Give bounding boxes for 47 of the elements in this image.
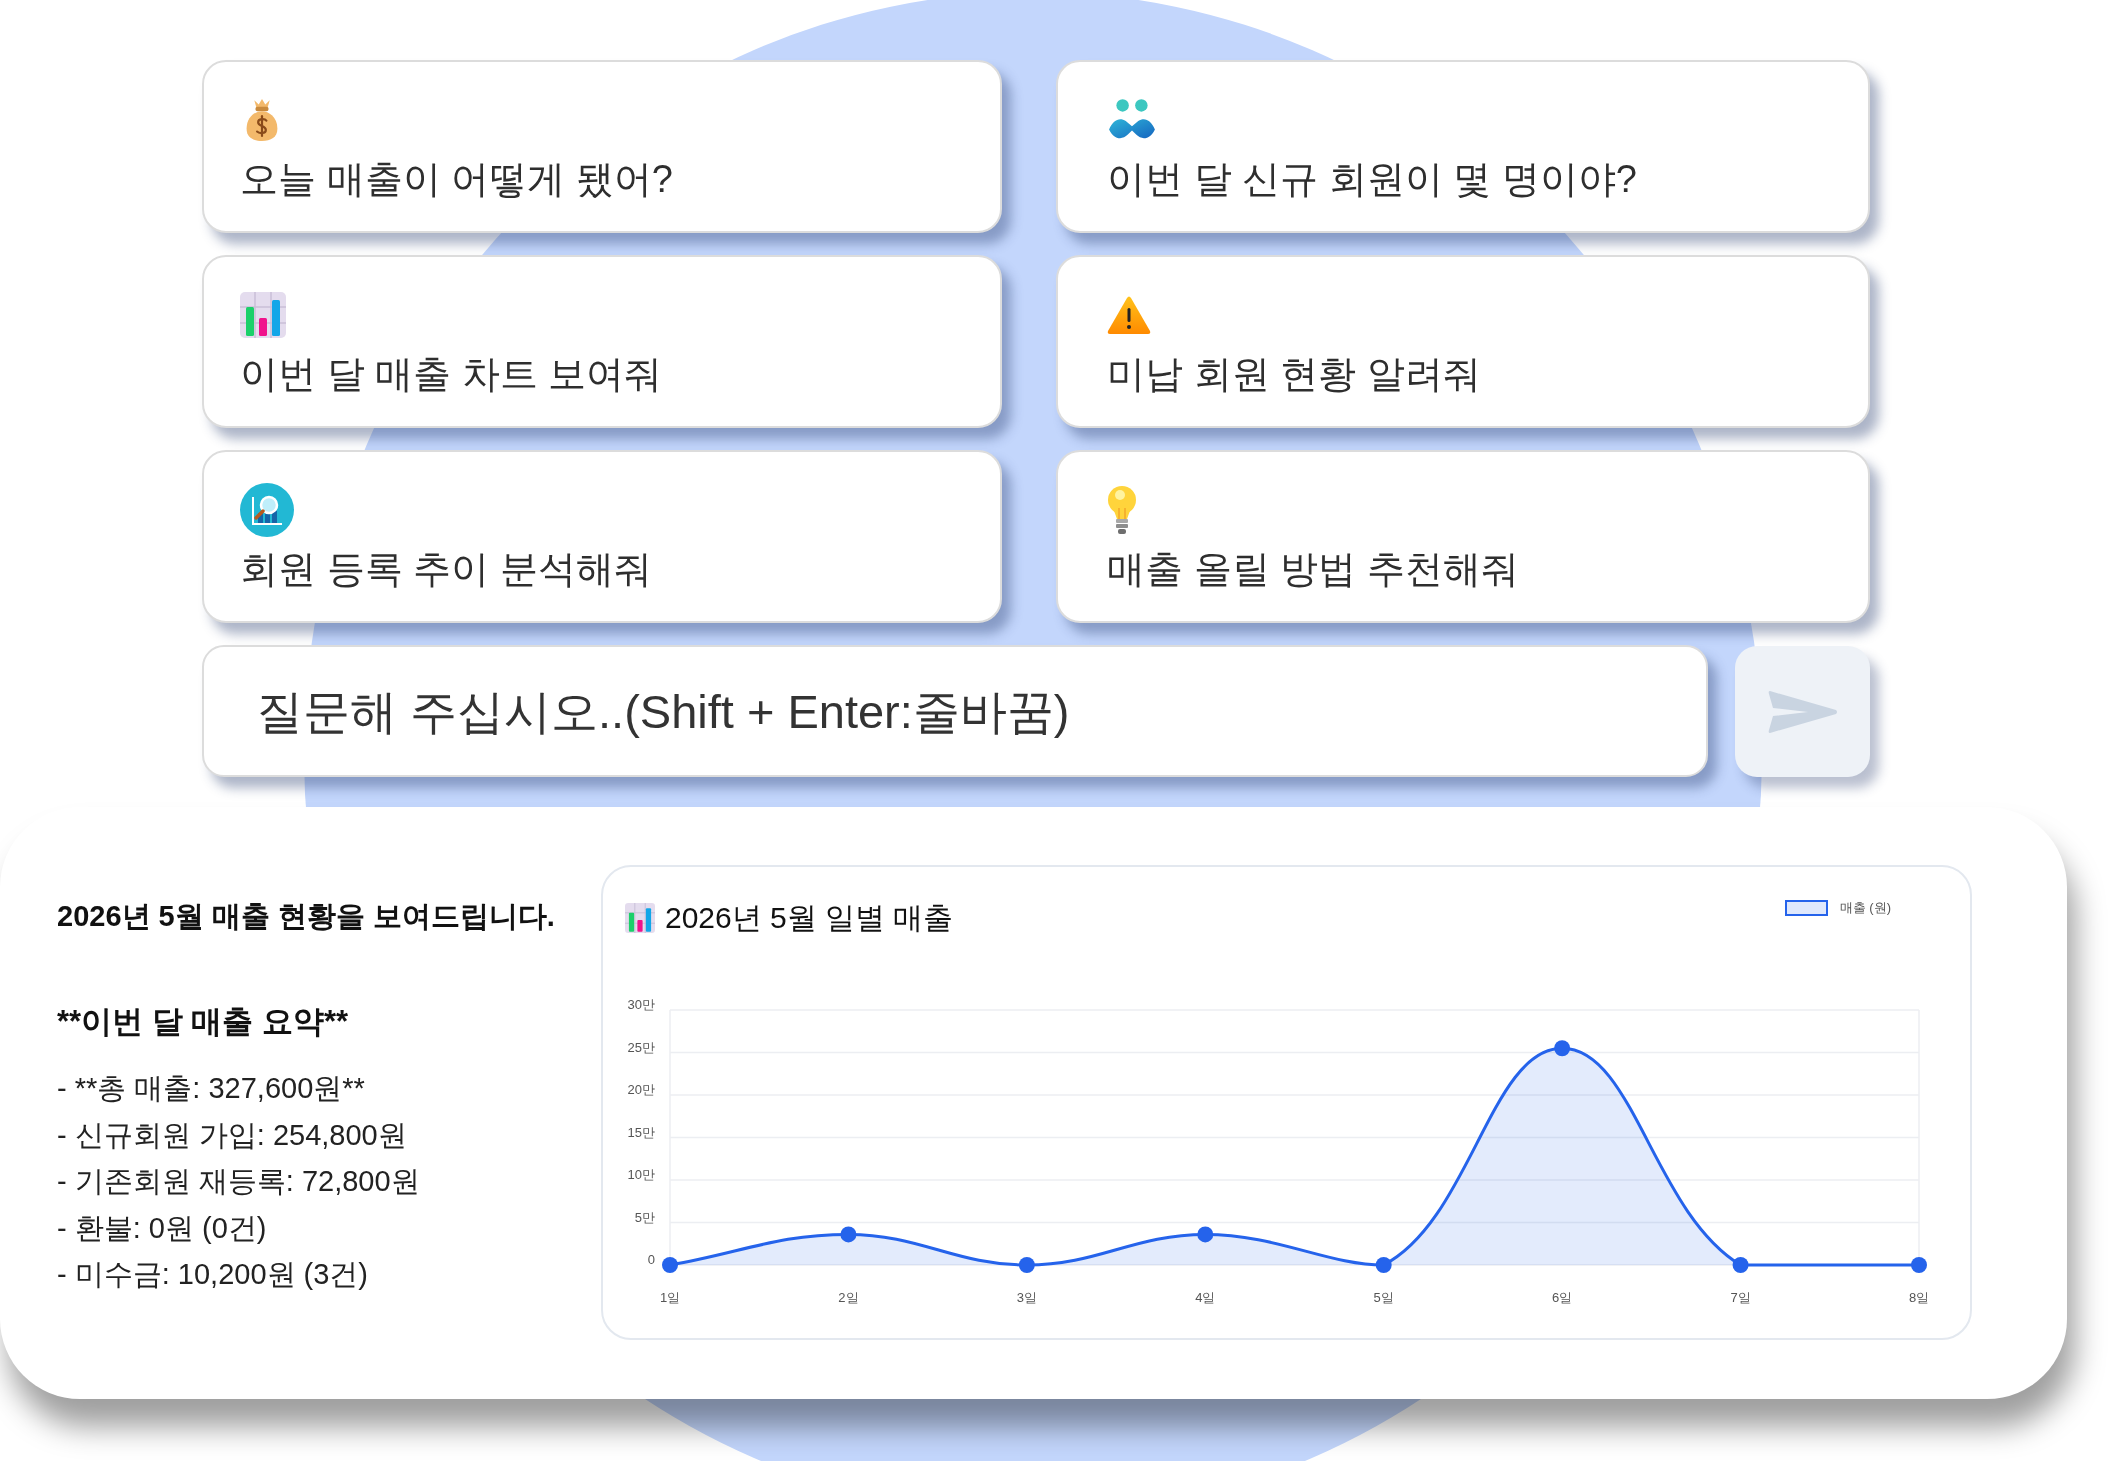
suggestion-card[interactable]: 오늘 매출이 어떻게 됐어? (202, 60, 1002, 233)
x-axis-label: 4일 (1195, 1290, 1216, 1305)
question-input[interactable]: 질문해 주십시오..(Shift + Enter:줄바꿈) (202, 645, 1708, 777)
data-point (840, 1226, 857, 1243)
light-bulb-icon (1107, 486, 1137, 534)
data-point (1018, 1257, 1035, 1273)
x-axis-label: 2일 (838, 1290, 859, 1305)
y-axis-label: 15만 (627, 1124, 655, 1140)
response-title: 2026년 5월 매출 현황을 보여드립니다. (57, 899, 556, 934)
summary-heading: **이번 달 매출 요약** (57, 1003, 350, 1041)
bar-chart-icon (240, 292, 286, 338)
x-axis-label: 5일 (1373, 1290, 1394, 1305)
data-point (1375, 1257, 1392, 1273)
suggestion-card[interactable]: 미납 회원 현황 알려줘 (1056, 255, 1870, 428)
y-axis-label: 30만 (627, 997, 655, 1013)
warning-icon (1107, 295, 1151, 335)
y-axis-label: 20만 (627, 1082, 655, 1098)
y-axis-label: 25만 (627, 1039, 655, 1055)
suggestion-card[interactable]: 이번 달 매출 차트 보여줘 (202, 255, 1002, 428)
x-axis-label: 8일 (1908, 1290, 1930, 1305)
data-point (1732, 1257, 1749, 1273)
legend-swatch-icon (1784, 900, 1828, 916)
x-axis-label: 1일 (659, 1290, 681, 1305)
y-axis-label: 0 (647, 1252, 655, 1268)
data-point (662, 1257, 678, 1273)
data-point (1197, 1226, 1214, 1243)
suggestion-card[interactable]: 회원 등록 추이 분석해줘 (202, 450, 1002, 623)
data-point (1911, 1257, 1927, 1273)
chart-magnifier-icon (240, 483, 294, 537)
bar-chart-icon (625, 903, 655, 933)
summary-line: - 기존회원 재등록: 72,800원 (57, 1164, 421, 1199)
legend-label: 매출 (원) (1839, 899, 1891, 917)
chart-title: 2026년 5월 일별 매출 (665, 899, 954, 936)
summary-line: - 신규회원 가입: 254,800원 (57, 1117, 408, 1153)
x-axis-label: 3일 (1016, 1290, 1037, 1305)
summary-line: - **총 매출: 327,600원** (57, 1071, 366, 1106)
send-button[interactable] (1735, 646, 1870, 777)
y-axis-label: 5만 (634, 1209, 655, 1225)
send-icon (1767, 688, 1838, 735)
summary-line: - 환불: 0원 (0건) (57, 1210, 268, 1246)
x-axis-label: 6일 (1552, 1290, 1573, 1305)
summary-line: - 미수금: 10,200원 (3건) (57, 1257, 370, 1292)
suggestion-card[interactable]: 이번 달 신규 회원이 몇 명이야? (1056, 60, 1870, 233)
y-axis-label: 10만 (627, 1167, 655, 1183)
data-point (1554, 1040, 1571, 1057)
x-axis-label: 7일 (1730, 1290, 1751, 1305)
suggestion-card[interactable]: 매출 올릴 방법 추천해줘 (1056, 450, 1870, 623)
